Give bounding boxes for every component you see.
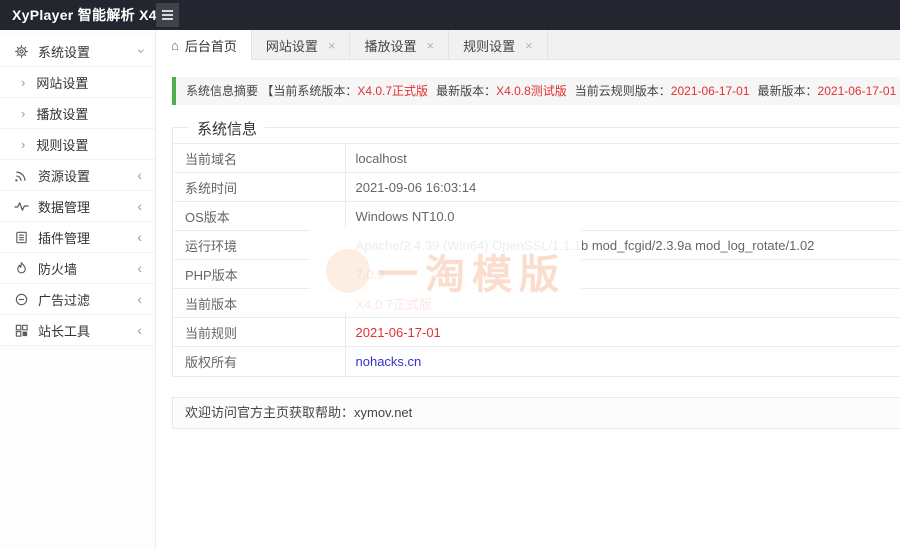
- sidebar-item-resource-settings[interactable]: 资源设置 ‹: [0, 160, 155, 191]
- tab-rule-settings[interactable]: 规则设置 ×: [449, 30, 548, 60]
- row-label: 系统时间: [173, 173, 345, 202]
- current-rule-text: 2021-06-17-01: [356, 325, 441, 340]
- pulse-icon: [13, 198, 29, 214]
- row-label: 当前规则: [173, 318, 345, 347]
- sidebar-subitem-label: 网站设置: [36, 73, 88, 92]
- row-value: Apache/2.4.39 (Win64) OpenSSL/1.1.1b mod…: [345, 231, 900, 260]
- alert-label: 最新版本：: [436, 84, 496, 98]
- sidebar-item-label: 站长工具: [38, 321, 90, 340]
- table-row: 系统时间 2021-09-06 16:03:14: [173, 173, 900, 202]
- chevron-right-icon: ›: [21, 75, 25, 90]
- sidebar-item-firewall[interactable]: 防火墙 ‹: [0, 253, 155, 284]
- close-icon[interactable]: ×: [328, 38, 336, 53]
- sidebar-item-rule-settings[interactable]: › 规则设置: [0, 129, 155, 160]
- tab-label: 播放设置: [364, 36, 416, 55]
- chevron-left-icon: ‹: [137, 168, 142, 182]
- chevron-left-icon: ‹: [137, 292, 142, 306]
- chevron-left-icon: ‹: [137, 261, 142, 275]
- home-icon: ⌂: [171, 38, 179, 53]
- sidebar-subitem-label: 规则设置: [36, 135, 88, 154]
- table-row: 当前规则 2021-06-17-01: [173, 318, 900, 347]
- block-icon: [13, 291, 29, 307]
- row-label: 当前版本: [173, 289, 345, 318]
- chevron-left-icon: ‹: [137, 323, 142, 337]
- latest-rule-version-value: 2021-06-17-01: [818, 84, 897, 98]
- latest-version-value: X4.0.8测试版: [496, 84, 567, 98]
- sidebar-item-play-settings[interactable]: › 播放设置: [0, 98, 155, 129]
- row-label: 当前域名: [173, 144, 345, 173]
- gear-icon: [13, 43, 29, 59]
- sidebar-item-label: 广告过滤: [38, 290, 90, 309]
- table-row: OS版本 Windows NT10.0: [173, 202, 900, 231]
- tab-label: 后台首页: [185, 36, 237, 55]
- row-value: Windows NT10.0: [345, 202, 900, 231]
- table-row: 当前域名 localhost: [173, 144, 900, 173]
- system-info-panel: 系统信息 当前域名 localhost 系统时间 2021-09-06 16:0…: [172, 127, 900, 377]
- sidebar-item-ad-filter[interactable]: 广告过滤 ‹: [0, 284, 155, 315]
- chevron-left-icon: ‹: [137, 230, 142, 244]
- plugin-icon: [13, 229, 29, 245]
- app-title: XyPlayer 智能解析 X4: [0, 5, 157, 25]
- alert-label: 当前云规则版本：: [575, 84, 671, 98]
- chevron-right-icon: ›: [21, 137, 25, 152]
- sidebar-item-label: 数据管理: [38, 197, 90, 216]
- sidebar-item-site-settings[interactable]: › 网站设置: [0, 67, 155, 98]
- row-value: 7.0.9: [345, 260, 900, 289]
- alert-prefix: 系统信息摘要 【: [186, 84, 273, 98]
- sidebar-item-label: 资源设置: [38, 166, 90, 185]
- cloud-rule-version-value: 2021-06-17-01: [671, 84, 750, 98]
- table-row: 当前版本 X4.0.7正式版: [173, 289, 900, 318]
- panel-title: 系统信息: [189, 118, 265, 139]
- tab-home[interactable]: ⌂ 后台首页: [157, 30, 252, 60]
- tab-site-settings[interactable]: 网站设置 ×: [252, 30, 351, 60]
- system-info-table: 当前域名 localhost 系统时间 2021-09-06 16:03:14 …: [173, 143, 900, 376]
- row-label: OS版本: [173, 202, 345, 231]
- app-header: XyPlayer 智能解析 X4: [0, 0, 900, 30]
- rss-icon: [13, 167, 29, 183]
- help-message: 欢迎访问官方主页获取帮助：xymov.net: [185, 405, 412, 420]
- tab-label: 规则设置: [463, 36, 515, 55]
- row-value: 2021-06-17-01: [345, 318, 900, 347]
- main-area: ⌂ 后台首页 网站设置 × 播放设置 × 规则设置 × 系统信息摘要 【当前系统…: [157, 30, 900, 549]
- sidebar-item-system-settings[interactable]: 系统设置 ‹: [0, 36, 155, 67]
- help-footer: 欢迎访问官方主页获取帮助：xymov.net: [172, 397, 900, 429]
- alert-label: 最新版本：: [758, 84, 818, 98]
- sidebar-item-label: 防火墙: [38, 259, 77, 278]
- copyright-link[interactable]: nohacks.cn: [356, 354, 422, 369]
- tab-bar: ⌂ 后台首页 网站设置 × 播放设置 × 规则设置 ×: [157, 30, 900, 60]
- row-value: X4.0.7正式版: [345, 289, 900, 318]
- chevron-left-icon: ‹: [137, 199, 142, 213]
- tab-label: 网站设置: [266, 36, 318, 55]
- fire-icon: [13, 260, 29, 276]
- tab-play-settings[interactable]: 播放设置 ×: [350, 30, 449, 60]
- hamburger-icon: [162, 10, 173, 12]
- table-row: 版权所有 nohacks.cn: [173, 347, 900, 376]
- alert-label: 当前系统版本：: [273, 84, 357, 98]
- row-label: 版权所有: [173, 347, 345, 376]
- sidebar-item-data-management[interactable]: 数据管理 ‹: [0, 191, 155, 222]
- current-version-value: X4.0.7正式版: [357, 84, 428, 98]
- sidebar: 系统设置 ‹ › 网站设置 › 播放设置 › 规则设置 资源设置 ‹ 数据管理 …: [0, 30, 156, 549]
- table-row: 运行环境 Apache/2.4.39 (Win64) OpenSSL/1.1.1…: [173, 231, 900, 260]
- close-icon[interactable]: ×: [427, 38, 435, 53]
- page-content: 系统信息摘要 【当前系统版本：X4.0.7正式版最新版本：X4.0.8测试版当前…: [157, 60, 900, 429]
- sidebar-item-plugin-management[interactable]: 插件管理 ‹: [0, 222, 155, 253]
- sidebar-subitem-label: 播放设置: [36, 104, 88, 123]
- row-label: PHP版本: [173, 260, 345, 289]
- row-value: 2021-09-06 16:03:14: [345, 173, 900, 202]
- table-row: PHP版本 7.0.9: [173, 260, 900, 289]
- grid-icon: [13, 322, 29, 338]
- system-summary-alert: 系统信息摘要 【当前系统版本：X4.0.7正式版最新版本：X4.0.8测试版当前…: [172, 77, 900, 105]
- row-value: localhost: [345, 144, 900, 173]
- sidebar-item-label: 插件管理: [38, 228, 90, 247]
- sidebar-collapse-button[interactable]: [156, 3, 179, 27]
- row-value: nohacks.cn: [345, 347, 900, 376]
- current-version-text: X4.0.7正式版: [356, 297, 433, 312]
- row-label: 运行环境: [173, 231, 345, 260]
- sidebar-item-label: 系统设置: [38, 42, 90, 61]
- chevron-down-icon: ‹: [133, 49, 147, 54]
- sidebar-item-webmaster-tools[interactable]: 站长工具 ‹: [0, 315, 155, 346]
- chevron-right-icon: ›: [21, 106, 25, 121]
- close-icon[interactable]: ×: [525, 38, 533, 53]
